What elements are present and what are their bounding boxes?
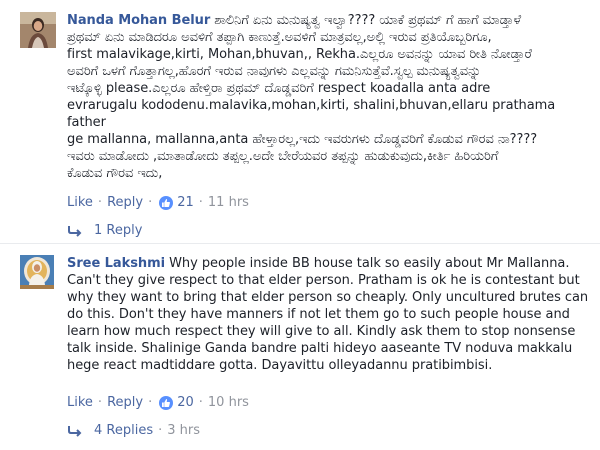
like-link[interactable]: Like <box>67 394 93 412</box>
replies-link[interactable]: 1 Reply <box>94 222 142 240</box>
comment-divider <box>0 243 600 244</box>
thumbs-up-icon <box>159 396 174 410</box>
separator-dot: · <box>198 195 203 210</box>
like-count[interactable]: 21 <box>177 194 194 212</box>
comment-text: Why people inside BB house talk so easil… <box>67 256 589 373</box>
reply-arrow-icon <box>68 426 82 437</box>
thumbs-up-icon <box>159 196 174 210</box>
reply-arrow-icon <box>68 226 82 237</box>
comment-text: ಶಾಲಿನಿಗೆ ಏನು ಮನುಷ್ಯತ್ವ ಇಲ್ವಾ???? ಯಾಕೆ ಪ್… <box>67 13 556 181</box>
separator-dot: · <box>97 395 103 410</box>
replies-timestamp: 3 hrs <box>167 423 201 438</box>
reply-link[interactable]: Reply <box>107 394 143 412</box>
like-count[interactable]: 20 <box>177 394 194 412</box>
separator-dot: · <box>97 195 103 210</box>
avatar[interactable] <box>20 12 56 48</box>
view-replies[interactable]: 1 Reply <box>67 222 142 240</box>
reply-link[interactable]: Reply <box>107 194 143 212</box>
comment-timestamp[interactable]: 11 hrs <box>208 194 249 212</box>
avatar[interactable] <box>20 255 54 289</box>
comment-author[interactable]: Nanda Mohan Belur <box>67 13 210 28</box>
separator-dot: · <box>158 423 163 438</box>
separator-dot: · <box>148 195 153 210</box>
comment-author[interactable]: Sree Lakshmi <box>67 256 165 271</box>
separator-dot: · <box>148 395 153 410</box>
comment-timestamp[interactable]: 10 hrs <box>208 394 249 412</box>
view-replies[interactable]: 4 Replies · 3 hrs <box>67 422 200 440</box>
separator-dot: · <box>198 395 203 410</box>
comment: Sree Lakshmi Why people inside BB house … <box>0 247 600 450</box>
comment-actions: Like · Reply · 21 · 11 hrs <box>67 194 249 212</box>
comment: Nanda Mohan Belur ಶಾಲಿನಿಗೆ ಏನು ಮನುಷ್ಯತ್ವ… <box>0 0 600 240</box>
replies-link[interactable]: 4 Replies <box>94 422 153 440</box>
comment-actions: Like · Reply · 20 · 10 hrs <box>67 394 249 412</box>
like-link[interactable]: Like <box>67 194 93 212</box>
